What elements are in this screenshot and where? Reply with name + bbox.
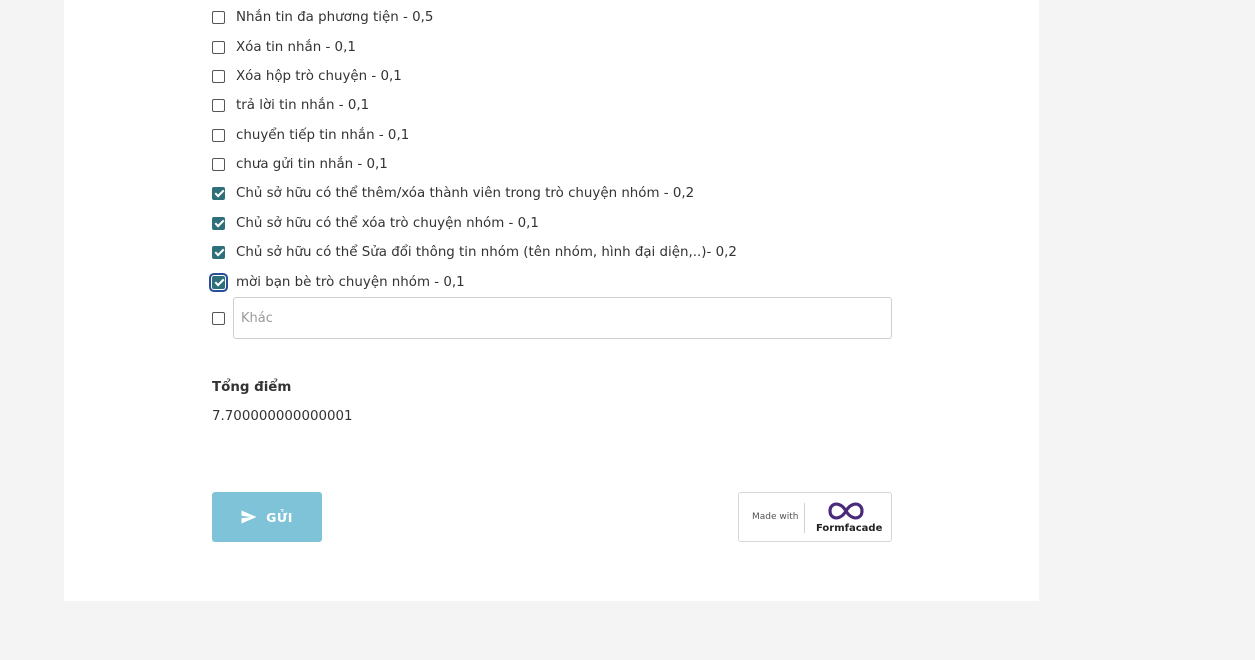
option-delete-conversation[interactable]: Xóa hộp trò chuyện - 0,1 [211, 66, 402, 86]
option-label: Xóa hộp trò chuyện - 0,1 [236, 68, 402, 84]
checkbox[interactable] [212, 275, 225, 289]
other-input[interactable] [233, 297, 892, 339]
option-owner-edit-group-info[interactable]: Chủ sở hữu có thể Sửa đổi thông tin nhóm… [211, 242, 737, 262]
option-other [211, 297, 892, 339]
submit-button[interactable]: GỬI [212, 492, 322, 542]
checkbox[interactable] [212, 69, 225, 83]
option-label: Chủ sở hữu có thể thêm/xóa thành viên tr… [236, 185, 695, 201]
option-delete-message[interactable]: Xóa tin nhắn - 0,1 [211, 37, 356, 57]
checkbox[interactable] [212, 128, 225, 142]
badge-divider [804, 503, 805, 533]
formfacade-brand-text: Formfacade [816, 523, 883, 534]
total-score-label: Tổng điểm [212, 380, 292, 395]
checkbox[interactable] [212, 157, 225, 171]
option-label: Xóa tin nhắn - 0,1 [236, 39, 356, 55]
option-label: Nhắn tin đa phương tiện - 0,5 [236, 9, 434, 25]
total-score-value: 7.700000000000001 [212, 409, 353, 424]
checkbox[interactable] [212, 98, 225, 112]
option-label: chuyển tiếp tin nhắn - 0,1 [236, 127, 410, 143]
send-icon [241, 510, 257, 524]
checkbox[interactable] [212, 40, 225, 54]
option-label: trả lời tin nhắn - 0,1 [236, 97, 370, 113]
option-reply-message[interactable]: trả lời tin nhắn - 0,1 [211, 95, 369, 115]
option-label: Chủ sở hữu có thể Sửa đổi thông tin nhóm… [236, 244, 737, 260]
option-unsend-message[interactable]: chưa gửi tin nhắn - 0,1 [211, 154, 388, 174]
checkbox[interactable] [212, 216, 225, 230]
formfacade-logo-icon [828, 502, 864, 520]
made-with-text: Made with [752, 512, 799, 522]
option-invite-friends[interactable]: mời bạn bè trò chuyện nhóm - 0,1 [211, 272, 465, 292]
option-multimedia-messaging[interactable]: Nhắn tin đa phương tiện - 0,5 [211, 7, 433, 27]
checkbox[interactable] [212, 186, 225, 200]
checkbox[interactable] [212, 10, 225, 24]
option-owner-add-remove-members[interactable]: Chủ sở hữu có thể thêm/xóa thành viên tr… [211, 183, 694, 203]
made-with-formfacade-badge[interactable]: Made with Formfacade [738, 492, 892, 542]
option-owner-delete-group[interactable]: Chủ sở hữu có thể xóa trò chuyện nhóm - … [211, 213, 539, 233]
other-checkbox[interactable] [212, 312, 225, 325]
option-label: Chủ sở hữu có thể xóa trò chuyện nhóm - … [236, 215, 539, 231]
option-forward-message[interactable]: chuyển tiếp tin nhắn - 0,1 [211, 125, 409, 145]
checkbox[interactable] [212, 245, 225, 259]
submit-label: GỬI [266, 509, 293, 525]
option-label: chưa gửi tin nhắn - 0,1 [236, 156, 388, 172]
option-label: mời bạn bè trò chuyện nhóm - 0,1 [236, 274, 465, 290]
